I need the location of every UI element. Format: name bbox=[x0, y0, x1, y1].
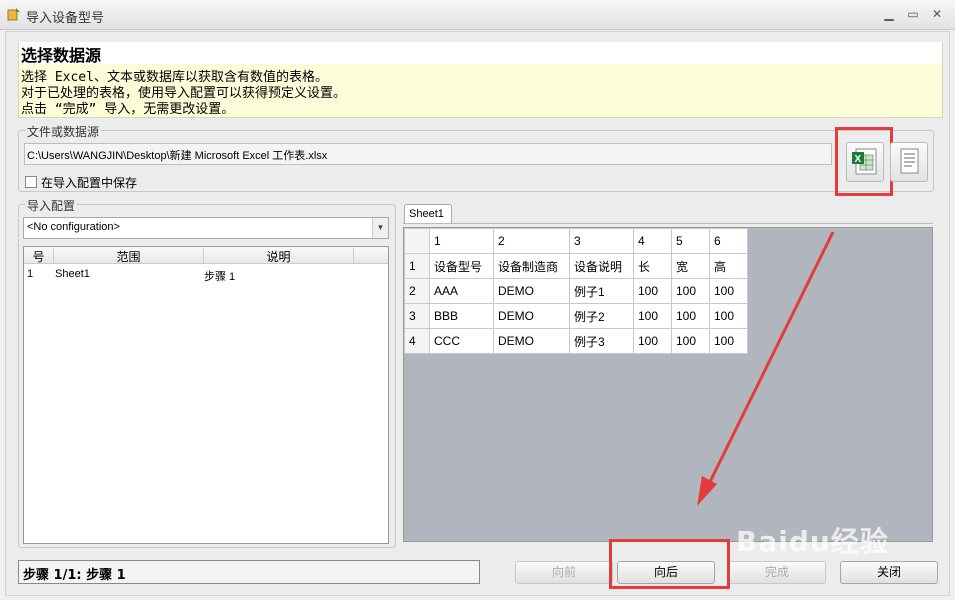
save-in-config-label: 在导入配置中保存 bbox=[41, 176, 138, 190]
cell[interactable]: 100 bbox=[671, 278, 710, 304]
config-list-header: 号 范围 说明 bbox=[24, 247, 388, 264]
row-header[interactable]: 4 bbox=[404, 328, 430, 354]
row-header[interactable]: 1 bbox=[404, 253, 430, 279]
title-bar: 导入设备型号 ▁ ▭ ✕ bbox=[0, 0, 955, 30]
col-header[interactable]: 3 bbox=[569, 228, 634, 254]
cell[interactable]: 设备型号 bbox=[429, 253, 494, 279]
sheet-header-row: 1 2 3 4 5 6 bbox=[404, 228, 748, 254]
corner-cell bbox=[404, 228, 430, 254]
config-select[interactable]: <No configuration> ▼ bbox=[23, 217, 389, 239]
watermark-logo: Baidu经验 bbox=[736, 525, 889, 558]
page-title: 选择数据源 bbox=[19, 42, 942, 65]
header-line-3: 点击 “完成” 导入，无需更改设置。 bbox=[21, 102, 235, 117]
row-header[interactable]: 2 bbox=[404, 278, 430, 304]
col-header[interactable]: 4 bbox=[633, 228, 672, 254]
prev-button[interactable]: 向前 bbox=[515, 561, 613, 584]
row-header[interactable]: 3 bbox=[404, 303, 430, 329]
cell[interactable]: 100 bbox=[671, 328, 710, 354]
cell[interactable]: 100 bbox=[633, 278, 672, 304]
source-group: 文件或数据源 C:\Users\WANGJIN\Desktop\新建 Micro… bbox=[18, 123, 934, 192]
tab-sheet1[interactable]: Sheet1 bbox=[404, 204, 452, 224]
text-file-icon bbox=[900, 148, 919, 174]
cell[interactable]: 例子3 bbox=[569, 328, 634, 354]
save-in-config-checkbox[interactable] bbox=[25, 176, 37, 188]
cell[interactable]: 高 bbox=[709, 253, 748, 279]
maximize-icon[interactable]: ▭ bbox=[904, 6, 922, 22]
app-icon bbox=[7, 8, 20, 21]
finish-button[interactable]: 完成 bbox=[728, 561, 826, 584]
cell[interactable]: 宽 bbox=[671, 253, 710, 279]
cell[interactable]: CCC bbox=[429, 328, 494, 354]
col-header[interactable]: 6 bbox=[709, 228, 748, 254]
col-header[interactable]: 1 bbox=[429, 228, 494, 254]
table-row[interactable]: 1 设备型号 设备制造商 设备说明 长 宽 高 bbox=[404, 253, 748, 279]
config-row-range: Sheet1 bbox=[55, 268, 90, 280]
sheet-preview[interactable]: 1 2 3 4 5 6 1 设备型号 设备制造商 设备说明 长 宽 高 2 AA… bbox=[403, 227, 933, 542]
close-icon[interactable]: ✕ bbox=[928, 6, 946, 22]
table-row[interactable]: 2 AAA DEMO 例子1 100 100 100 bbox=[404, 278, 748, 304]
excel-file-button[interactable]: X bbox=[846, 142, 884, 182]
cell[interactable]: 100 bbox=[633, 328, 672, 354]
table-row[interactable]: 4 CCC DEMO 例子3 100 100 100 bbox=[404, 328, 748, 354]
cell[interactable]: AAA bbox=[429, 278, 494, 304]
file-path-field[interactable]: C:\Users\WANGJIN\Desktop\新建 Microsoft Ex… bbox=[24, 143, 832, 165]
excel-icon: X bbox=[852, 148, 877, 175]
svg-text:X: X bbox=[855, 154, 862, 165]
header-panel: 选择数据源 选择 Excel、文本或数据库以获取含有数值的表格。 对于已处理的表… bbox=[18, 42, 943, 118]
config-row-description: 步骤 1 bbox=[204, 271, 236, 283]
cell[interactable]: 设备制造商 bbox=[493, 253, 570, 279]
import-config-group: 导入配置 <No configuration> ▼ 号 范围 说明 1 Shee… bbox=[18, 197, 396, 548]
chevron-down-icon[interactable]: ▼ bbox=[372, 218, 388, 238]
tab-divider bbox=[403, 223, 933, 224]
text-file-button[interactable] bbox=[890, 142, 928, 182]
cell[interactable]: 100 bbox=[709, 278, 748, 304]
col-header-number[interactable]: 号 bbox=[24, 248, 54, 264]
cell[interactable]: 例子2 bbox=[569, 303, 634, 329]
cell[interactable]: 设备说明 bbox=[569, 253, 634, 279]
cell[interactable]: DEMO bbox=[493, 278, 570, 304]
col-header[interactable]: 2 bbox=[493, 228, 570, 254]
cell[interactable]: 100 bbox=[709, 303, 748, 329]
cell[interactable]: 100 bbox=[633, 303, 672, 329]
status-bar: 步骤 1/1: 步骤 1 bbox=[18, 560, 480, 584]
cell[interactable]: 长 bbox=[633, 253, 672, 279]
col-header-range[interactable]: 范围 bbox=[54, 248, 204, 264]
col-header[interactable]: 5 bbox=[671, 228, 710, 254]
cell[interactable]: 100 bbox=[709, 328, 748, 354]
cell[interactable]: BBB bbox=[429, 303, 494, 329]
close-button[interactable]: 关闭 bbox=[840, 561, 938, 584]
config-select-value: <No configuration> bbox=[27, 221, 120, 233]
cell[interactable]: DEMO bbox=[493, 303, 570, 329]
minimize-icon[interactable]: ▁ bbox=[880, 6, 898, 22]
dialog-client: 选择数据源 选择 Excel、文本或数据库以获取含有数值的表格。 对于已处理的表… bbox=[5, 31, 950, 596]
cell[interactable]: 100 bbox=[671, 303, 710, 329]
source-group-label: 文件或数据源 bbox=[25, 123, 102, 140]
col-header-description[interactable]: 说明 bbox=[204, 248, 354, 264]
cell[interactable]: 例子1 bbox=[569, 278, 634, 304]
window-title: 导入设备型号 bbox=[26, 11, 105, 26]
highlight-box-next bbox=[609, 539, 730, 589]
sheet-table: 1 2 3 4 5 6 1 设备型号 设备制造商 设备说明 长 宽 高 2 AA… bbox=[404, 228, 748, 354]
table-row[interactable]: 3 BBB DEMO 例子2 100 100 100 bbox=[404, 303, 748, 329]
config-row-number: 1 bbox=[27, 268, 34, 280]
cell[interactable]: DEMO bbox=[493, 328, 570, 354]
import-config-label: 导入配置 bbox=[25, 197, 78, 214]
config-list[interactable]: 号 范围 说明 1 Sheet1 步骤 1 bbox=[23, 246, 389, 544]
